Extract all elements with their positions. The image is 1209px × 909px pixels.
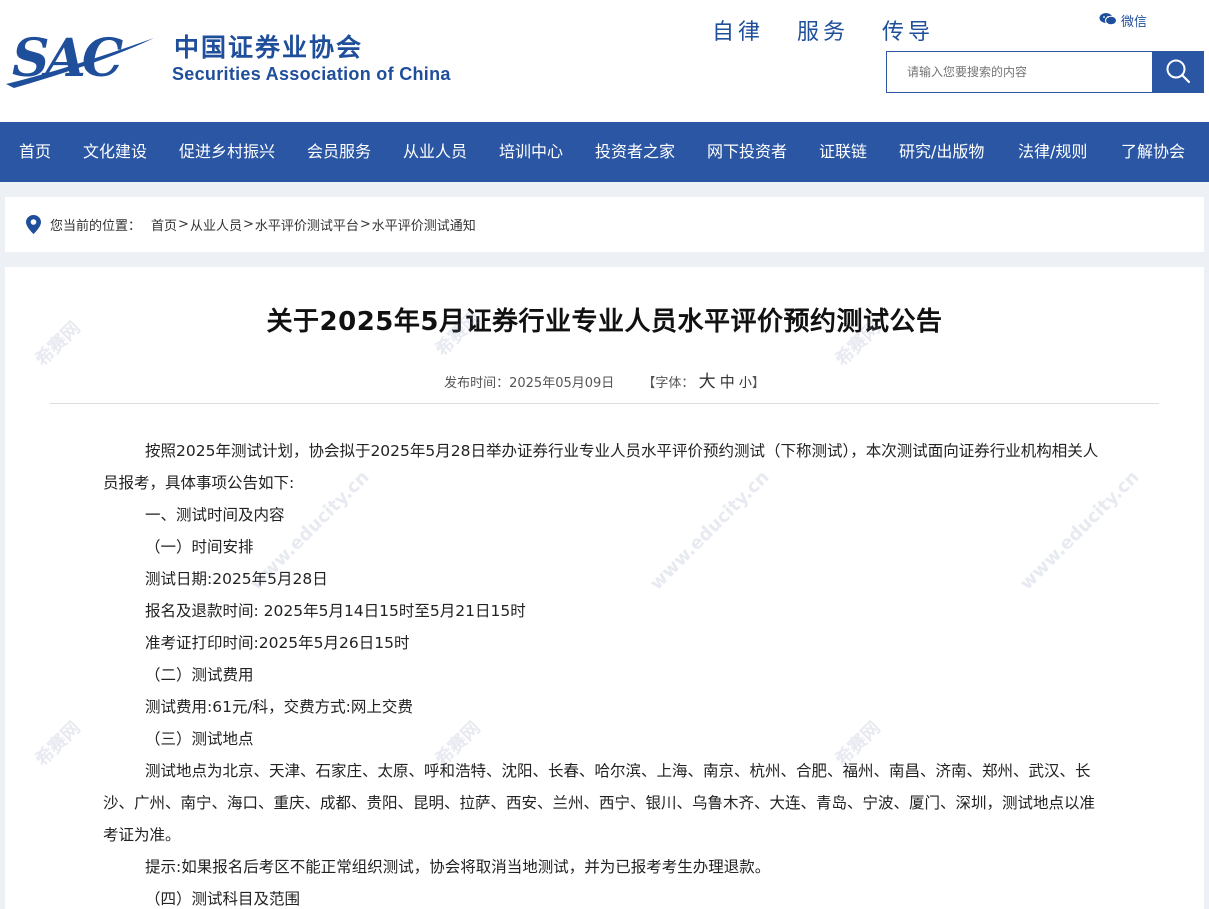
nav-item-training[interactable]: 培训中心 xyxy=(499,122,563,182)
site-header: SAC 中国证券业协会 Securities Association of Ch… xyxy=(0,0,1209,122)
article-body: 按照2025年测试计划，协会拟于2025年5月28日举办证券行业专业人员水平评价… xyxy=(103,435,1109,909)
paragraph: 测试费用:61元/科，交费方式:网上交费 xyxy=(145,698,413,716)
breadcrumb-separator: > xyxy=(359,217,371,232)
slogan-item: 传导 xyxy=(882,20,935,45)
font-medium-button[interactable]: 中 xyxy=(720,373,735,391)
subsection-heading: （二）测试费用 xyxy=(145,666,254,684)
breadcrumb-prefix: 您当前的位置： xyxy=(50,219,142,234)
paragraph: 报名及退款时间: 2025年5月14日15时至5月21日15时 xyxy=(145,602,526,620)
font-size-label-close: 】 xyxy=(751,376,765,391)
logo-chinese-name: 中国证券业协会 xyxy=(174,33,364,62)
article: 关于2025年5月证券行业专业人员水平评价预约测试公告 发布时间：2025年05… xyxy=(5,267,1204,909)
breadcrumb-separator: > xyxy=(242,217,254,232)
font-size-selector: 【字体： 大 中 小】 xyxy=(642,372,765,392)
nav-item-rural[interactable]: 促进乡村振兴 xyxy=(179,122,275,182)
breadcrumb-separator: > xyxy=(178,217,189,232)
slogan-item: 服务 xyxy=(797,20,850,45)
location-pin-icon xyxy=(26,215,41,234)
nav-item-member[interactable]: 会员服务 xyxy=(307,122,371,182)
breadcrumb-test-platform[interactable]: 水平评价测试平台 xyxy=(255,215,359,234)
nav-item-about[interactable]: 了解协会 xyxy=(1121,122,1185,182)
publish-date: 2025年05月09日 xyxy=(509,376,615,391)
nav-item-chain[interactable]: 证联链 xyxy=(819,122,867,182)
paragraph: 按照2025年测试计划，协会拟于2025年5月28日举办证券行业专业人员水平评价… xyxy=(103,442,1099,492)
paragraph: 提示:如果报名后考区不能正常组织测试，协会将取消当地测试，并为已报考考生办理退款… xyxy=(145,858,771,876)
subsection-heading: （三）测试地点 xyxy=(145,730,254,748)
logo-sac-text: SAC xyxy=(12,28,123,89)
logo-english-name: Securities Association of China xyxy=(172,64,451,84)
sac-logo[interactable]: SAC 中国证券业协会 Securities Association of Ch… xyxy=(4,26,464,92)
nav-item-investors[interactable]: 投资者之家 xyxy=(595,122,675,182)
font-large-button[interactable]: 大 xyxy=(699,372,716,392)
breadcrumb: 您当前的位置： 首页 > 从业人员 > 水平评价测试平台 > 水平评价测试通知 xyxy=(26,215,476,234)
nav-item-law[interactable]: 法律/规则 xyxy=(1018,122,1087,182)
font-small-button[interactable]: 小 xyxy=(739,376,752,391)
article-title: 关于2025年5月证券行业专业人员水平评价预约测试公告 xyxy=(266,307,943,337)
sac-logo-mark: SAC xyxy=(4,26,172,92)
paragraph: 测试地点为北京、天津、石家庄、太原、呼和浩特、沈阳、长春、哈尔滨、上海、南京、杭… xyxy=(103,762,1096,844)
wechat-icon xyxy=(1099,12,1117,30)
breadcrumb-test-notices[interactable]: 水平评价测试通知 xyxy=(372,215,476,234)
search-box xyxy=(886,51,1204,93)
nav-item-research[interactable]: 研究/出版物 xyxy=(899,122,984,182)
breadcrumb-home[interactable]: 首页 xyxy=(151,215,177,234)
publish-label: 发布时间： xyxy=(444,376,510,391)
nav-item-home[interactable]: 首页 xyxy=(19,122,51,182)
nav-item-practitioners[interactable]: 从业人员 xyxy=(403,122,467,182)
paragraph: 准考证打印时间:2025年5月26日15时 xyxy=(145,634,410,652)
wechat-link[interactable]: 微信 xyxy=(1099,11,1147,30)
slogan-item: 自律 xyxy=(712,20,765,45)
search-input[interactable] xyxy=(886,51,1152,93)
nav-item-culture[interactable]: 文化建设 xyxy=(83,122,147,182)
section-heading: 一、测试时间及内容 xyxy=(145,506,285,524)
paragraph: 测试日期:2025年5月28日 xyxy=(145,570,328,588)
breadcrumb-practitioners[interactable]: 从业人员 xyxy=(190,215,242,234)
wechat-label: 微信 xyxy=(1121,15,1148,30)
search-button[interactable] xyxy=(1152,51,1204,93)
breadcrumb-bar: 您当前的位置： 首页 > 从业人员 > 水平评价测试平台 > 水平评价测试通知 xyxy=(5,197,1204,252)
subsection-heading: （一）时间安排 xyxy=(145,538,254,556)
font-size-label: 【字体： xyxy=(642,376,695,391)
article-meta: 发布时间：2025年05月09日 【字体： 大 中 小】 xyxy=(5,367,1204,392)
subsection-heading: （四）测试科目及范围 xyxy=(145,890,301,908)
slogan: 自律 服务 传导 xyxy=(712,14,956,46)
divider xyxy=(50,403,1159,404)
nav-item-offline[interactable]: 网下投资者 xyxy=(707,122,787,182)
main-nav: 首页 文化建设 促进乡村振兴 会员服务 从业人员 培训中心 投资者之家 网下投资… xyxy=(0,122,1209,182)
search-icon xyxy=(1165,58,1191,87)
